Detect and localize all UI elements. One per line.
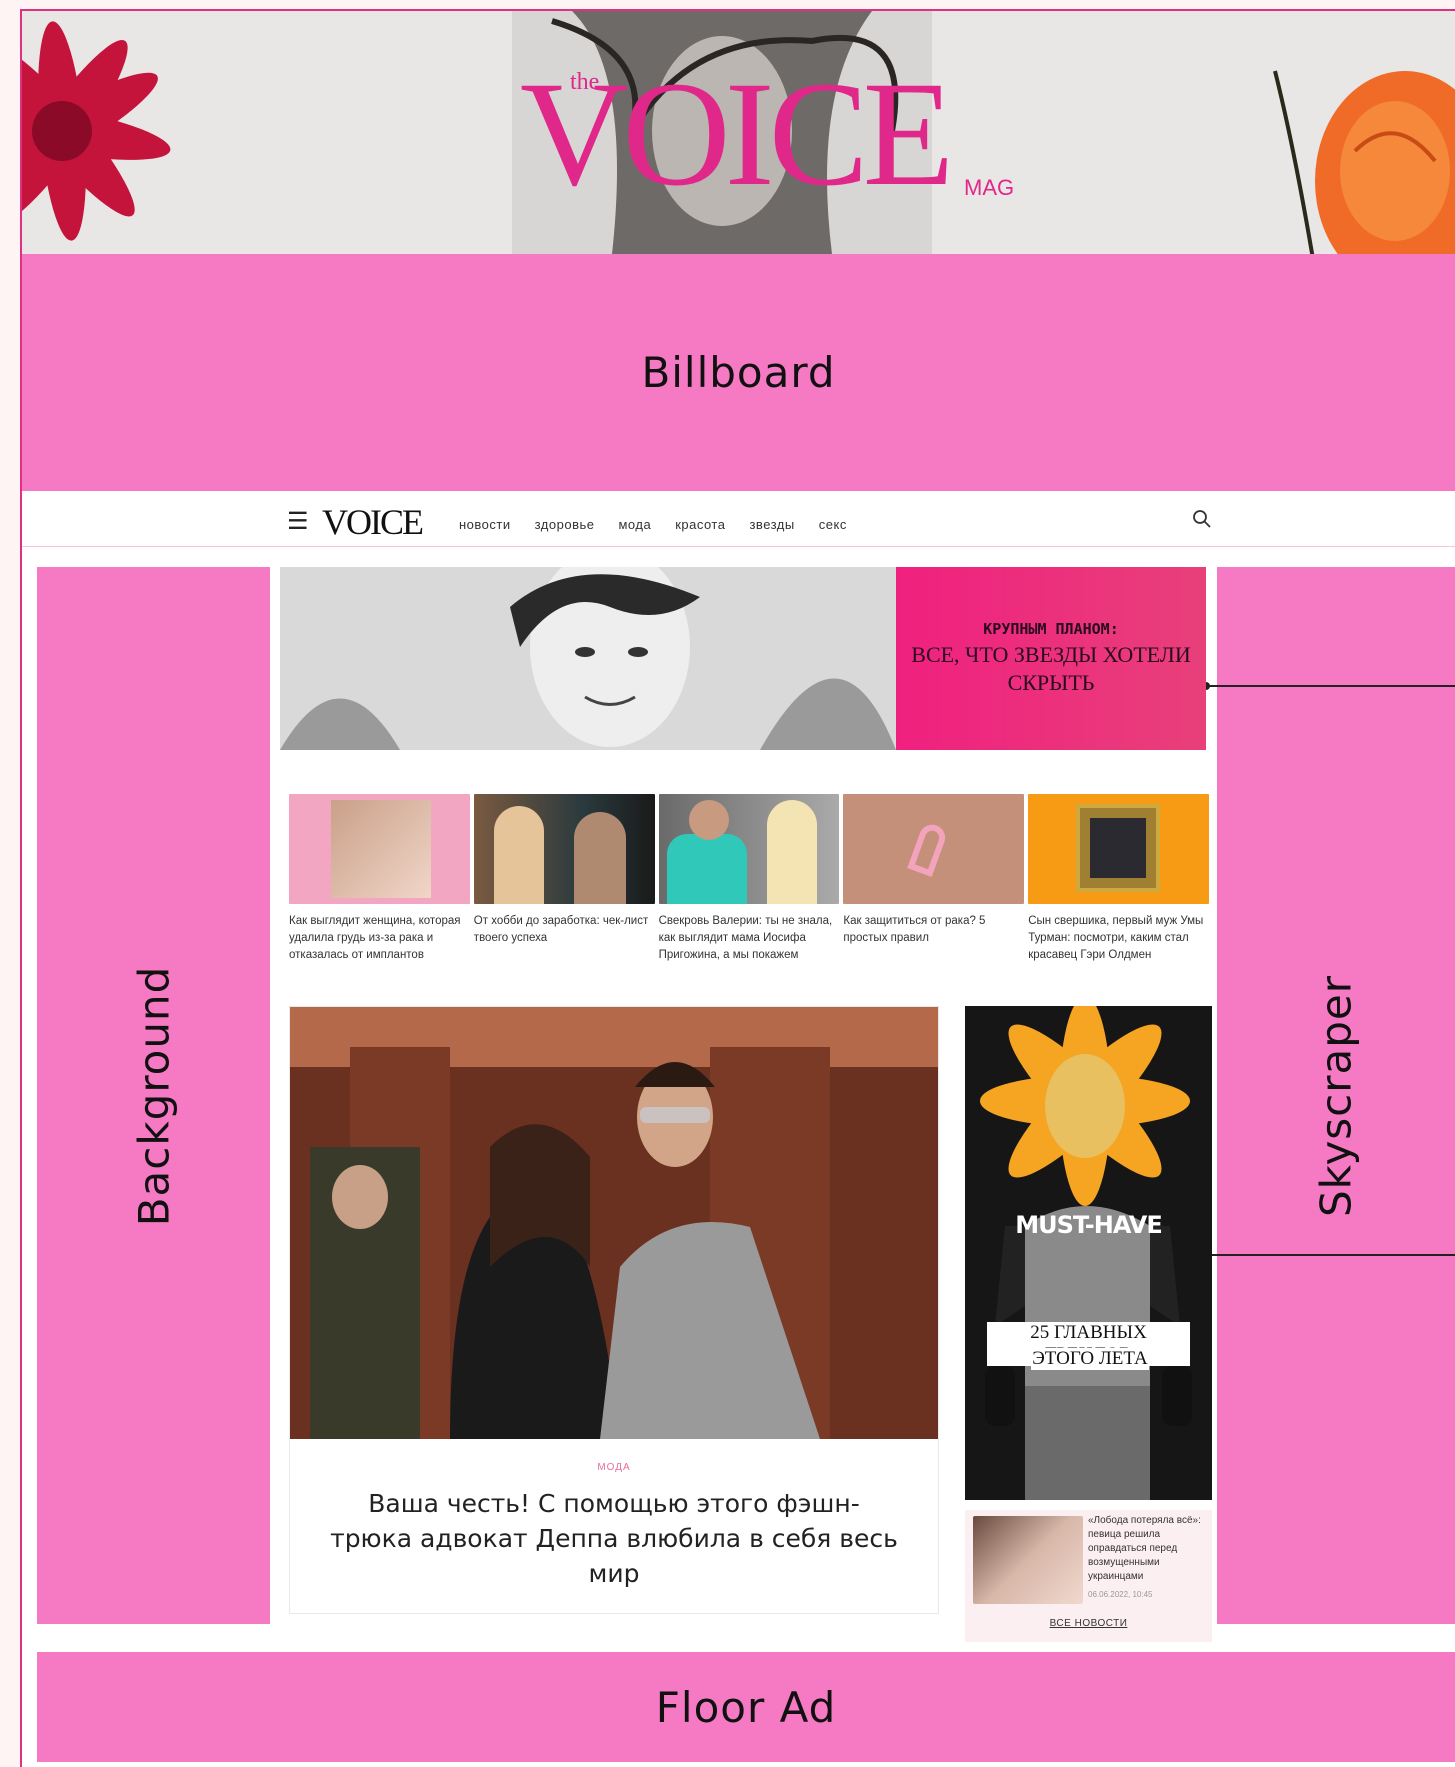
thumb-image bbox=[658, 794, 840, 904]
floor-ad-zone[interactable]: Floor Ad bbox=[37, 1652, 1455, 1762]
thumb-card[interactable]: Свекровь Валерии: ты не знала, как выгля… bbox=[658, 794, 840, 964]
nav-link-news[interactable]: новости bbox=[459, 517, 511, 532]
hero-banner[interactable]: VOICE the MAG bbox=[22, 11, 1455, 254]
background-label: Background bbox=[129, 965, 178, 1226]
skyscraper-ad-zone[interactable]: Skyscraper bbox=[1217, 567, 1455, 1624]
news-text[interactable]: «Лобода потеряла всё»: певица решила опр… bbox=[1088, 1514, 1210, 1584]
thumb-caption: Как выглядит женщина, которая удалила гр… bbox=[289, 915, 461, 961]
site-navbar: ☰ VOICE новости здоровье мода красота зв… bbox=[22, 493, 1455, 547]
trend-must-have: MUST-HAVE bbox=[1015, 1211, 1162, 1239]
trend-image bbox=[965, 1006, 1212, 1500]
nav-link-fashion[interactable]: мода bbox=[618, 517, 651, 532]
thumb-card[interactable]: Как защититься от рака? 5 простых правил bbox=[843, 794, 1025, 964]
floor-ad-label: Floor Ad bbox=[655, 1682, 837, 1732]
thumb-caption: Свекровь Валерии: ты не знала, как выгля… bbox=[658, 915, 833, 961]
news-teaser[interactable]: «Лобода потеряла всё»: певица решила опр… bbox=[965, 1510, 1212, 1642]
skyscraper-label: Skyscraper bbox=[1311, 974, 1361, 1217]
thumb-caption: Сын свершика, первый муж Умы Турман: пос… bbox=[1028, 915, 1204, 961]
main-article-card[interactable]: МОДА Ваша честь! С помощью этого фэшн-тр… bbox=[289, 1006, 939, 1614]
orange-rose-image bbox=[1273, 70, 1455, 254]
article-tag[interactable]: МОДА bbox=[290, 1462, 938, 1473]
thumb-caption: Как защититься от рака? 5 простых правил bbox=[843, 915, 986, 944]
thumb-card[interactable]: Как выглядит женщина, которая удалила гр… bbox=[289, 794, 470, 964]
red-flower-image bbox=[22, 21, 171, 241]
thumb-image bbox=[1028, 794, 1209, 904]
thumbnail-row: Как выглядит женщина, которая удалила гр… bbox=[289, 794, 1209, 964]
nav-link-sex[interactable]: секс bbox=[819, 517, 847, 532]
thumb-card[interactable]: От хобби до заработка: чек-лист твоего у… bbox=[473, 794, 655, 964]
skyscraper-pointer-bottom bbox=[1202, 1251, 1455, 1259]
billboard-label: Billboard bbox=[641, 348, 836, 397]
skyscraper-pointer-top bbox=[1202, 682, 1455, 690]
promo-kicker: КРУПНЫМ ПЛАНОМ: bbox=[983, 619, 1119, 638]
all-news-link[interactable]: ВСЕ НОВОСТИ bbox=[965, 1618, 1212, 1629]
search-icon[interactable] bbox=[1192, 509, 1212, 529]
billboard-ad-zone[interactable]: Billboard bbox=[22, 254, 1455, 491]
hero-logo-mag: MAG bbox=[964, 175, 1015, 200]
hamburger-menu-icon[interactable]: ☰ bbox=[287, 507, 309, 536]
nav-logo[interactable]: VOICE bbox=[322, 501, 424, 543]
main-article-image bbox=[290, 1007, 938, 1439]
thumb-image bbox=[289, 794, 470, 904]
thumb-image bbox=[473, 794, 655, 904]
promo-headline: ВСЕ, ЧТО ЗВЕЗДЫ ХОТЕЛИ СКРЫТЬ bbox=[911, 641, 1191, 695]
nav-link-beauty[interactable]: красота bbox=[675, 517, 725, 532]
thumb-image bbox=[843, 794, 1025, 904]
trend-line-2: ЭТОГО ЛЕТА bbox=[1031, 1348, 1149, 1370]
thumb-caption: От хобби до заработка: чек-лист твоего у… bbox=[473, 915, 649, 944]
article-title[interactable]: Ваша честь! С помощью этого фэшн-трюка а… bbox=[330, 1486, 898, 1591]
news-date: 06.06.2022, 10:45 bbox=[1088, 1590, 1153, 1599]
promo-text-block: КРУПНЫМ ПЛАНОМ: ВСЕ, ЧТО ЗВЕЗДЫ ХОТЕЛИ С… bbox=[896, 567, 1206, 750]
nav-link-health[interactable]: здоровье bbox=[535, 517, 595, 532]
hero-logo-the: the bbox=[570, 69, 600, 95]
background-ad-zone[interactable]: Background bbox=[37, 567, 270, 1624]
news-image bbox=[973, 1516, 1083, 1604]
vintage-portrait-image bbox=[280, 567, 896, 750]
nav-link-stars[interactable]: звезды bbox=[749, 517, 794, 532]
nav-links: новости здоровье мода красота звезды сек… bbox=[459, 517, 871, 532]
promo-banner[interactable]: КРУПНЫМ ПЛАНОМ: ВСЕ, ЧТО ЗВЕЗДЫ ХОТЕЛИ С… bbox=[280, 567, 1206, 750]
trend-ad-card[interactable]: MUST-HAVE 25 ГЛАВНЫХ ТРЕНДОВ ЭТОГО ЛЕТА bbox=[965, 1006, 1212, 1500]
thumb-card[interactable]: Сын свершика, первый муж Умы Турман: пос… bbox=[1028, 794, 1209, 964]
